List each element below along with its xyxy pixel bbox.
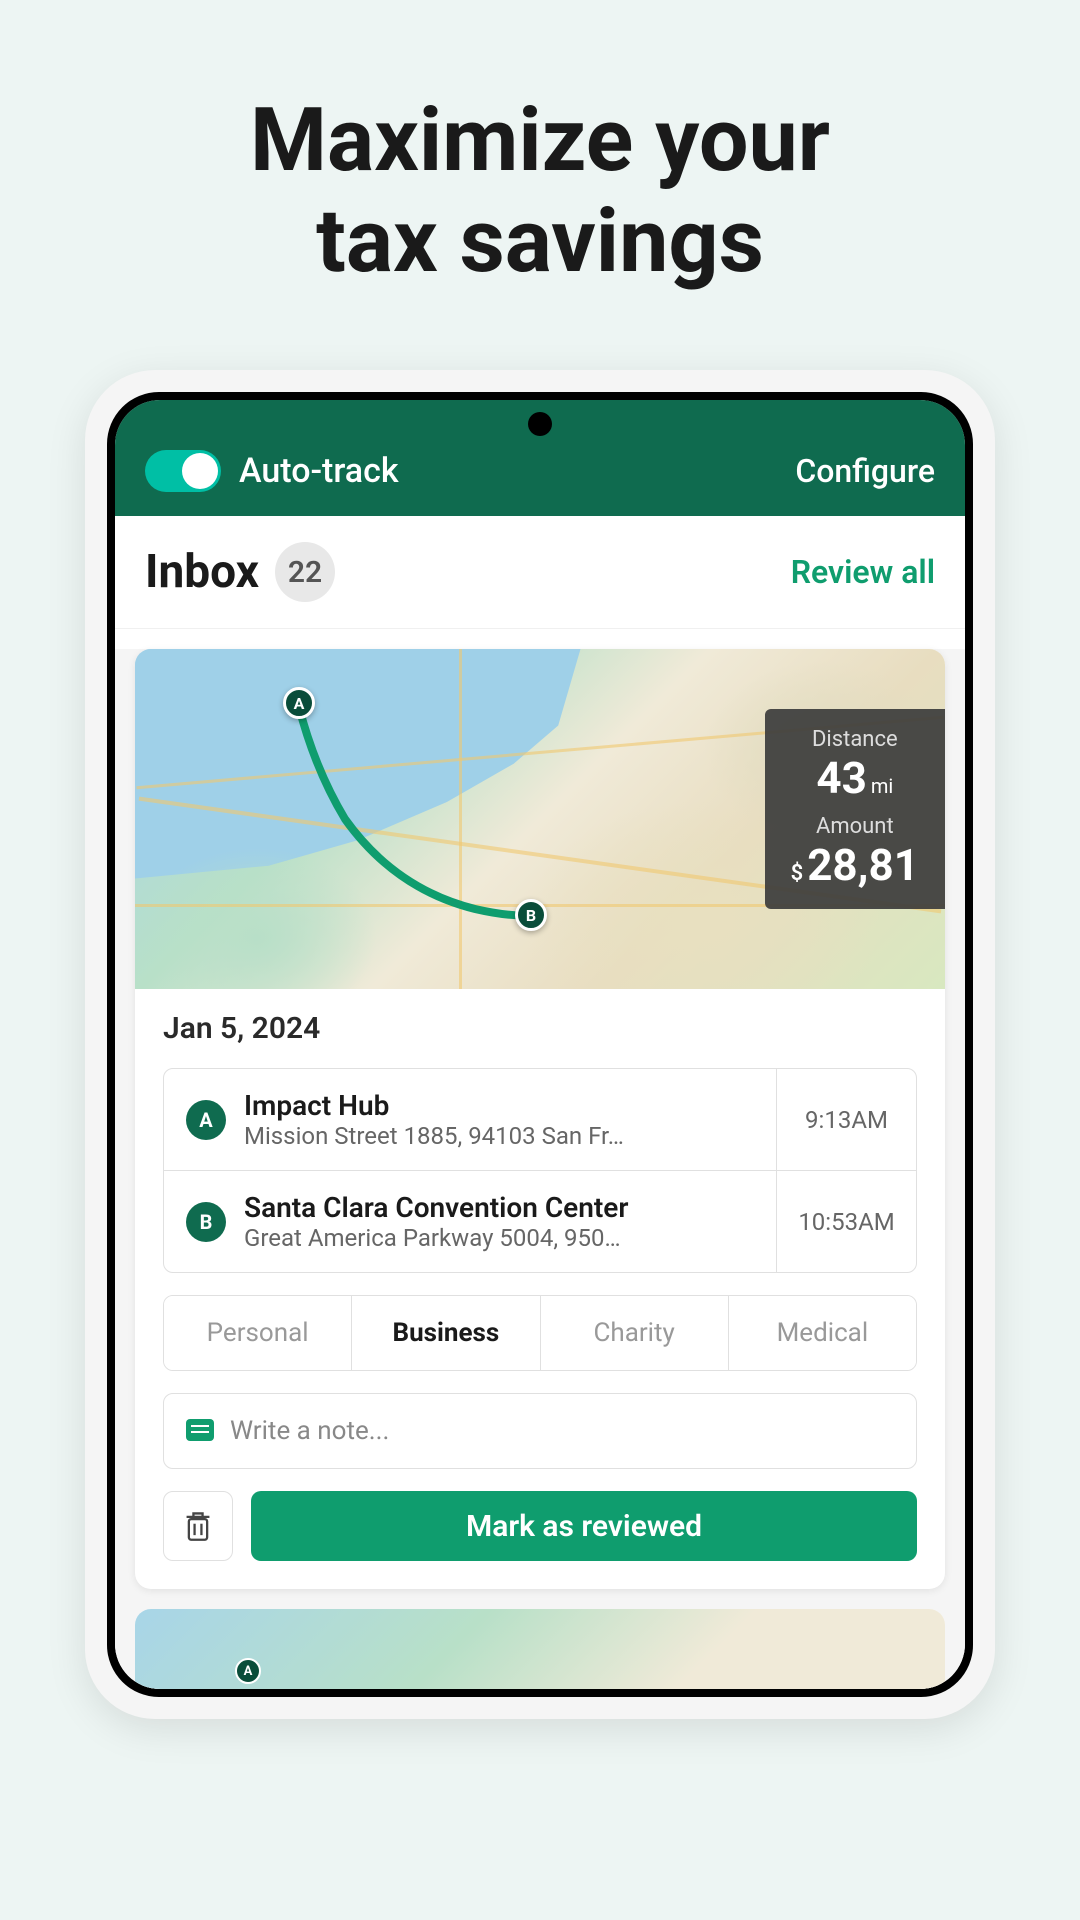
auto-track-label: Auto-track — [239, 451, 399, 491]
trip-date: Jan 5, 2024 — [135, 989, 945, 1068]
inbox-count-badge: 22 — [275, 542, 335, 602]
camera-notch — [528, 412, 552, 436]
phone-screen: Auto-track Configure Inbox 22 Review all — [115, 400, 965, 1689]
inbox-left: Inbox 22 — [145, 542, 335, 602]
content-area: A B Distance 43mi Amount — [115, 649, 965, 1689]
configure-link[interactable]: Configure — [795, 452, 935, 490]
inbox-title: Inbox — [145, 545, 259, 599]
location-start-name: Impact Hub — [244, 1089, 758, 1122]
trash-icon — [184, 1510, 212, 1542]
peek-map: A — [135, 1609, 945, 1689]
category-medical[interactable]: Medical — [729, 1296, 916, 1370]
location-end-address: Great America Parkway 5004, 950… — [244, 1224, 758, 1252]
map-stats-overlay: Distance 43mi Amount $28,81 — [765, 709, 945, 909]
toggle-knob — [182, 453, 218, 489]
promo-title: Maximize your tax savings — [0, 0, 1080, 292]
next-trip-card-peek[interactable]: A — [135, 1609, 945, 1689]
location-end-time: 10:53AM — [776, 1171, 916, 1272]
location-start-info: Impact Hub Mission Street 1885, 94103 Sa… — [244, 1089, 758, 1150]
location-end-name: Santa Clara Convention Center — [244, 1191, 758, 1224]
location-end-info: Santa Clara Convention Center Great Amer… — [244, 1191, 758, 1252]
note-placeholder: Write a note... — [230, 1416, 389, 1446]
phone-frame: Auto-track Configure Inbox 22 Review all — [85, 370, 995, 1719]
category-business[interactable]: Business — [352, 1296, 540, 1370]
location-start-time: 9:13AM — [776, 1069, 916, 1170]
action-row: Mark as reviewed — [163, 1491, 917, 1561]
auto-track-toggle[interactable] — [145, 450, 221, 492]
note-input[interactable]: Write a note... — [163, 1393, 917, 1469]
location-marker-b: B — [186, 1202, 226, 1242]
header-left: Auto-track — [145, 450, 399, 492]
locations-list: A Impact Hub Mission Street 1885, 94103 … — [163, 1068, 917, 1273]
trip-card: A B Distance 43mi Amount — [135, 649, 945, 1589]
amount-value: $28,81 — [791, 839, 919, 891]
location-end[interactable]: B Santa Clara Convention Center Great Am… — [164, 1171, 916, 1272]
location-marker-a: A — [186, 1100, 226, 1140]
map-marker-a[interactable]: A — [283, 687, 315, 719]
inbox-bar: Inbox 22 Review all — [115, 516, 965, 629]
phone-bezel: Auto-track Configure Inbox 22 Review all — [107, 392, 973, 1697]
amount-label: Amount — [791, 814, 919, 839]
location-start[interactable]: A Impact Hub Mission Street 1885, 94103 … — [164, 1069, 916, 1171]
note-icon — [186, 1419, 214, 1443]
review-all-link[interactable]: Review all — [791, 553, 935, 591]
location-start-address: Mission Street 1885, 94103 San Fr… — [244, 1122, 758, 1150]
mark-reviewed-button[interactable]: Mark as reviewed — [251, 1491, 917, 1561]
distance-value: 43mi — [791, 752, 919, 804]
trip-map[interactable]: A B Distance 43mi Amount — [135, 649, 945, 989]
map-marker-b[interactable]: B — [515, 899, 547, 931]
category-charity[interactable]: Charity — [541, 1296, 729, 1370]
delete-button[interactable] — [163, 1491, 233, 1561]
distance-label: Distance — [791, 727, 919, 752]
category-tabs: Personal Business Charity Medical — [163, 1295, 917, 1371]
category-personal[interactable]: Personal — [164, 1296, 352, 1370]
peek-marker-a: A — [235, 1658, 261, 1684]
